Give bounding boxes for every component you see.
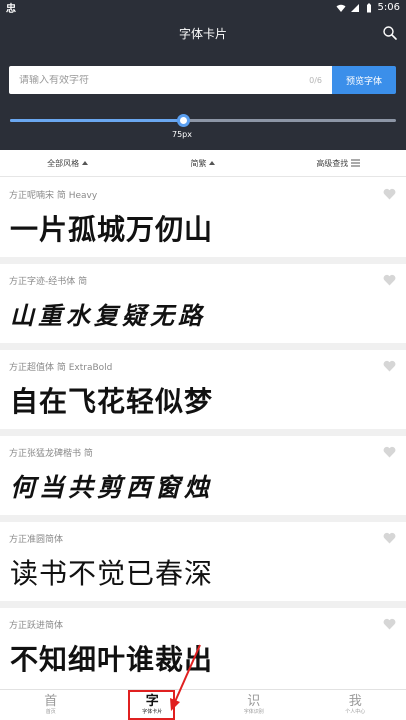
filter-style[interactable]: 全部风格 [0, 158, 135, 169]
font-card[interactable]: 方正张猛龙碑楷书 简 何当共剪西窗烛 [0, 436, 406, 522]
filter-advanced[interactable]: 高级查找 [271, 158, 406, 169]
sample-text-input[interactable] [19, 74, 239, 86]
nav-home[interactable]: 首 首页 [0, 690, 102, 720]
wifi-icon [336, 4, 346, 12]
heart-icon[interactable] [383, 360, 396, 372]
heart-icon[interactable] [383, 618, 396, 630]
status-time: 5:06 [377, 2, 400, 13]
slider-fill [10, 119, 183, 122]
header-panel: 忠 5:06 字体卡片 0/6 预览字体 75px [0, 0, 406, 150]
bottom-nav: 首 首页 字 字体卡片 识 字体识别 我 个人中心 [0, 689, 406, 720]
notification-icon: 忠 [6, 4, 16, 15]
search-icon[interactable] [382, 25, 398, 41]
triangle-up-icon [209, 161, 216, 165]
recognize-icon: 识 [247, 693, 261, 709]
slider-thumb[interactable] [176, 114, 190, 127]
font-name: 方正呢喃宋 简 Heavy [9, 191, 98, 201]
heart-icon[interactable] [383, 274, 396, 286]
char-counter: 0/6 [309, 75, 322, 85]
font-sample-text: 不知细叶谁裁出 [10, 643, 214, 676]
filter-lines-icon [351, 159, 361, 167]
heart-icon[interactable] [383, 188, 396, 200]
nav-label: 首页 [45, 708, 56, 715]
font-name: 方正张猛龙碑楷书 简 [9, 449, 93, 459]
font-size-slider[interactable] [10, 114, 396, 127]
font-sample-text: 何当共剪西窗烛 [10, 473, 214, 502]
font-size-label: 75px [172, 130, 192, 139]
heart-icon[interactable] [383, 532, 396, 544]
font-card[interactable]: 方正准圆简体 读书不觉已春深 [0, 522, 406, 608]
font-sample-text: 一片孤城万仞山 [10, 213, 214, 246]
font-card-list: 方正呢喃宋 简 Heavy 一片孤城万仞山 方正字迹-经书体 简 山重水复疑无路… [0, 178, 406, 694]
nav-label: 个人中心 [345, 708, 366, 715]
font-name: 方正准圆简体 [9, 535, 64, 545]
text-input-box: 0/6 [9, 66, 332, 94]
preview-font-button[interactable]: 预览字体 [332, 66, 396, 94]
status-bar: 忠 5:06 [0, 0, 406, 15]
font-sample-text: 自在飞花轻似梦 [10, 385, 214, 418]
profile-icon: 我 [348, 693, 362, 709]
font-card[interactable]: 方正超值体 简 ExtraBold 自在飞花轻似梦 [0, 350, 406, 436]
nav-font-recognition[interactable]: 识 字体识别 [203, 690, 305, 720]
home-icon: 首 [44, 693, 58, 709]
font-name: 方正跃进简体 [9, 621, 64, 631]
filter-bar: 全部风格 简繁 高级查找 [0, 150, 406, 177]
heart-icon[interactable] [383, 446, 396, 458]
font-name: 方正超值体 简 ExtraBold [9, 363, 113, 373]
font-sample-text: 山重水复疑无路 [10, 301, 206, 330]
signal-icon [350, 3, 359, 12]
font-sample-text: 读书不觉已春深 [10, 557, 214, 590]
font-card[interactable]: 方正字迹-经书体 简 山重水复疑无路 [0, 264, 406, 350]
font-name: 方正字迹-经书体 简 [9, 277, 88, 287]
font-card[interactable]: 方正呢喃宋 简 Heavy 一片孤城万仞山 [0, 178, 406, 264]
triangle-up-icon [82, 161, 89, 165]
nav-profile[interactable]: 我 个人中心 [305, 690, 406, 720]
highlight-box [128, 690, 175, 720]
battery-icon [366, 3, 371, 12]
nav-label: 字体识别 [243, 708, 264, 715]
filter-simplified-traditional[interactable]: 简繁 [135, 158, 270, 169]
font-card[interactable]: 方正跃进简体 不知细叶谁裁出 [0, 608, 406, 694]
text-input-row: 0/6 预览字体 [9, 66, 396, 94]
page-title: 字体卡片 [178, 26, 227, 41]
title-bar: 字体卡片 [0, 15, 406, 51]
